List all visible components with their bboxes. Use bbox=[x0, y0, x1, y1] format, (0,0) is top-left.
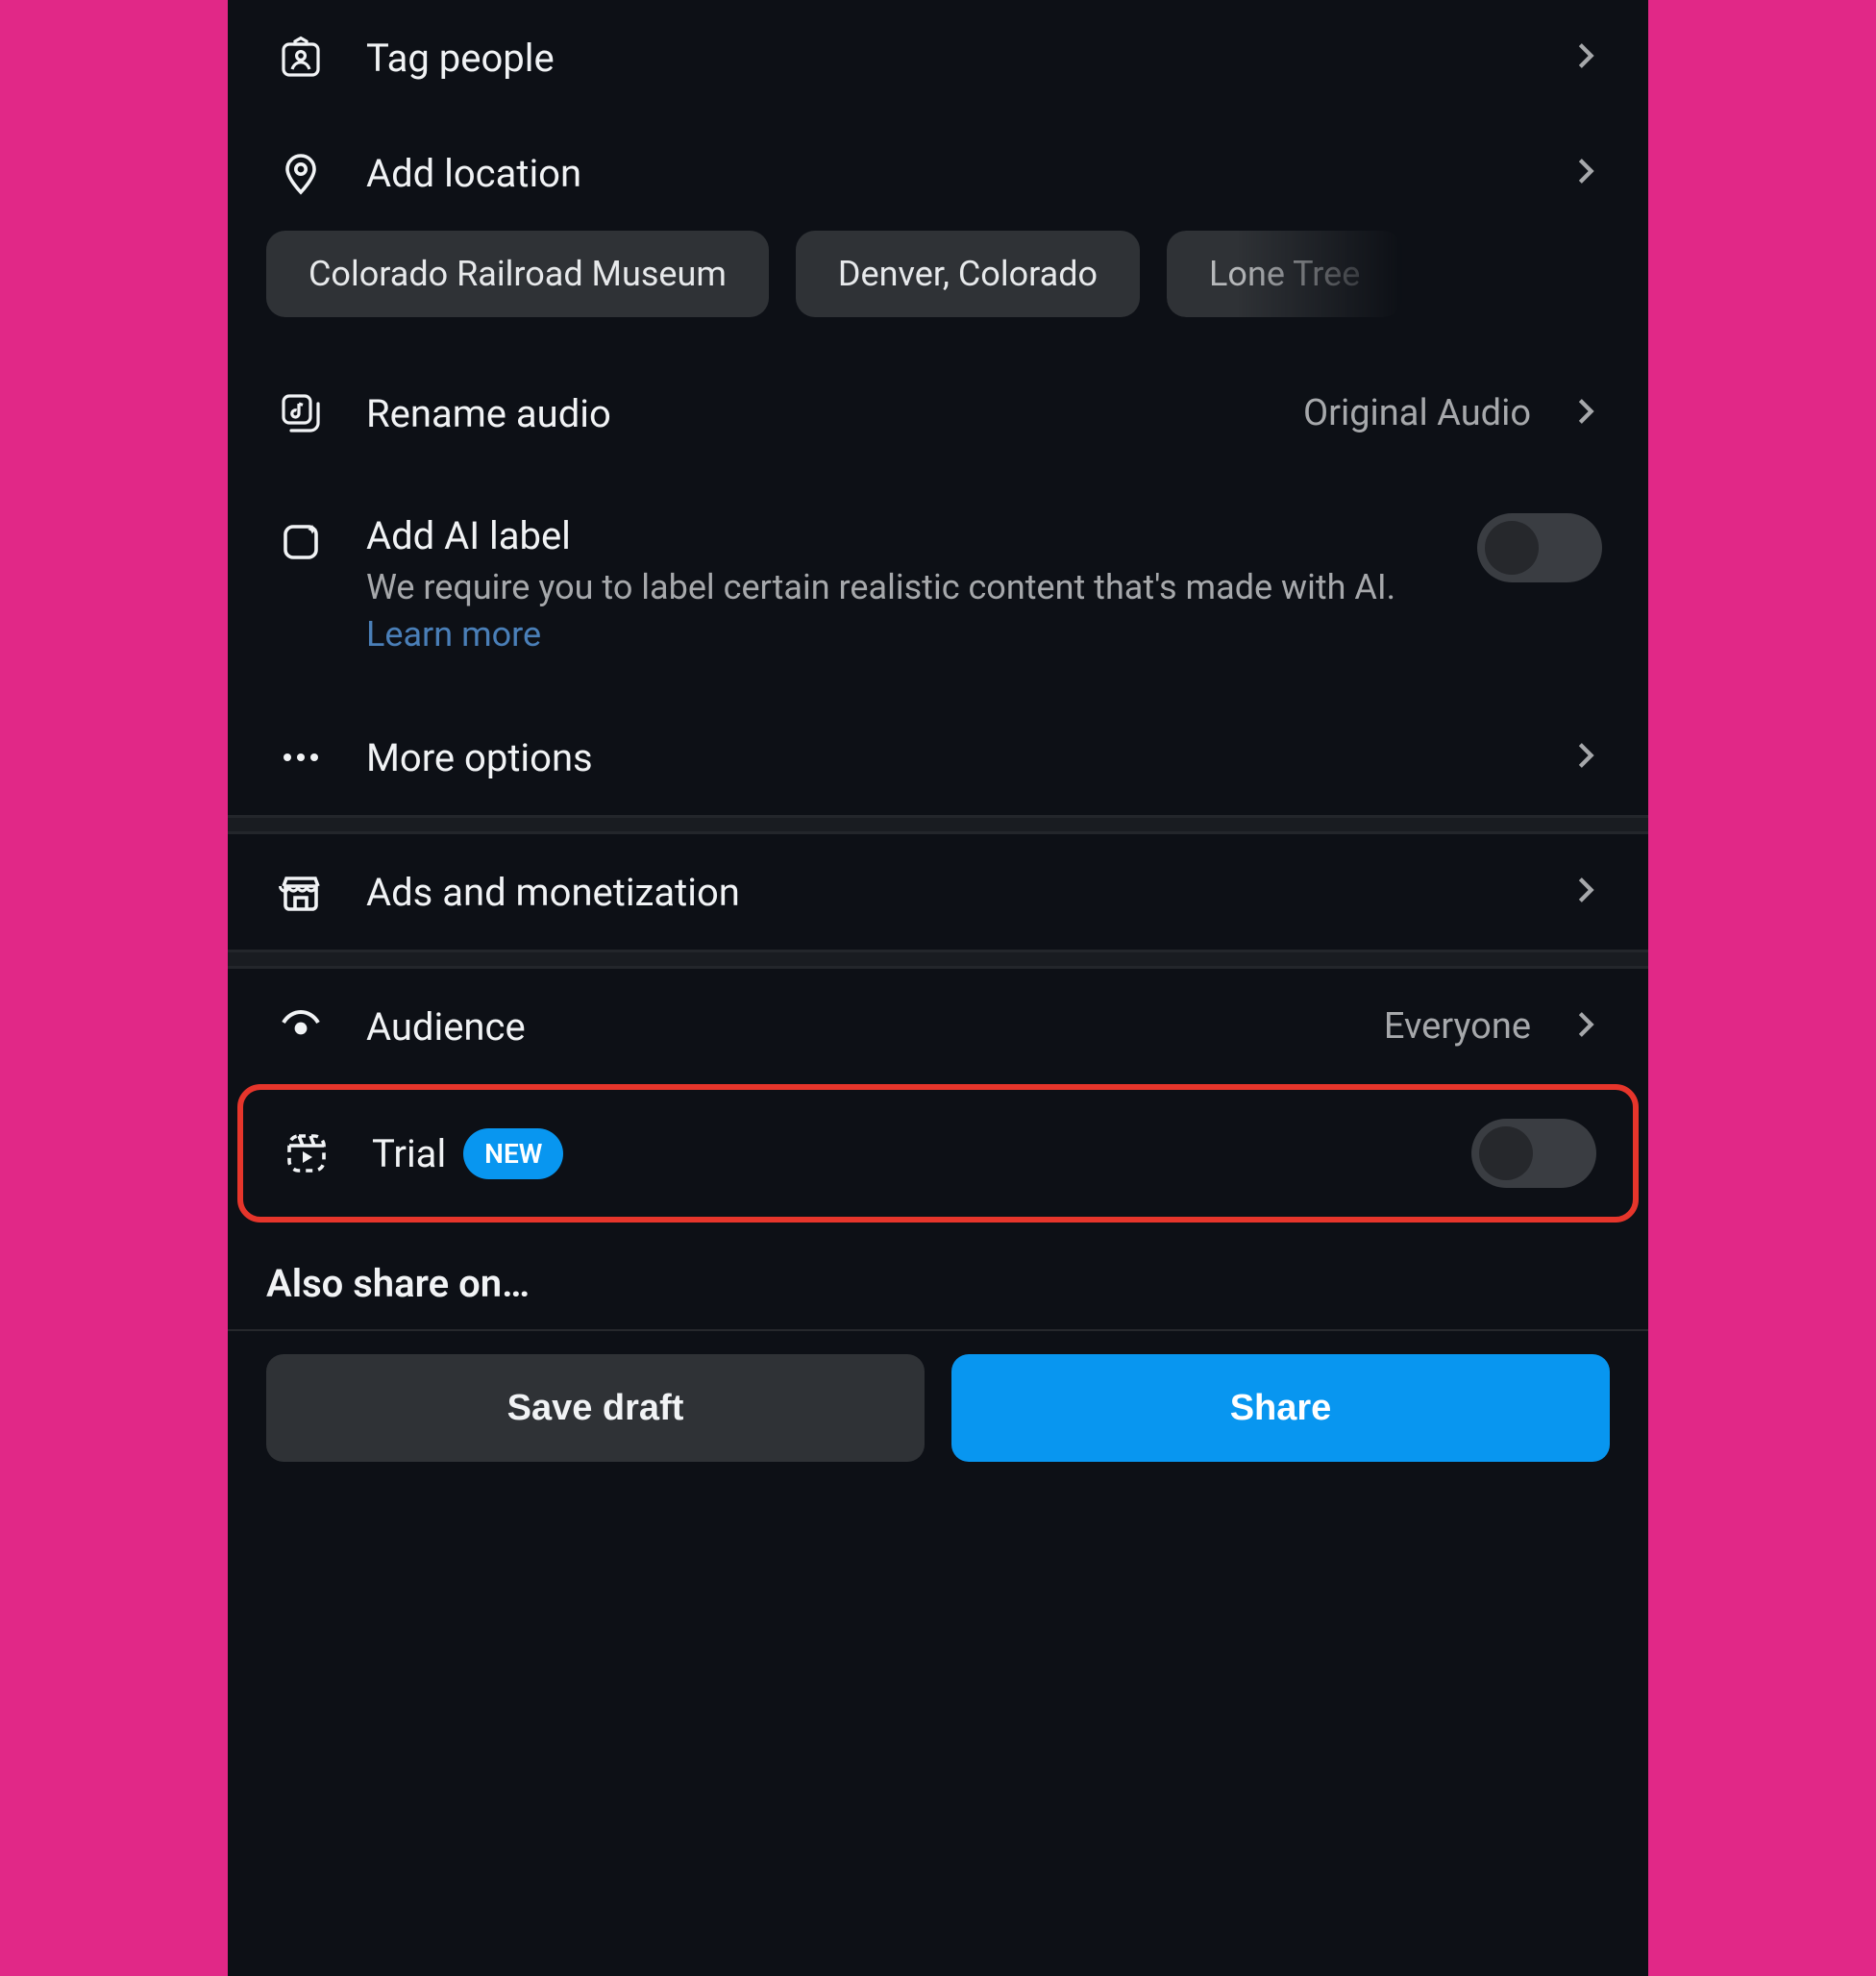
also-share-on-title: Also share on… bbox=[228, 1223, 1648, 1329]
section-divider bbox=[228, 950, 1648, 969]
ai-label-toggle[interactable] bbox=[1477, 513, 1602, 582]
tag-people-row[interactable]: Tag people bbox=[228, 0, 1648, 115]
trial-row: Trial NEW bbox=[243, 1090, 1633, 1217]
bottom-action-bar: Save draft Share bbox=[228, 1331, 1648, 1500]
audio-icon bbox=[266, 390, 335, 436]
add-location-row[interactable]: Add location bbox=[228, 115, 1648, 231]
location-pin-icon bbox=[266, 150, 335, 196]
location-chip[interactable]: Colorado Railroad Museum bbox=[266, 231, 769, 317]
shop-icon bbox=[266, 869, 335, 915]
rename-audio-value: Original Audio bbox=[1303, 392, 1531, 434]
trial-reel-icon bbox=[272, 1130, 341, 1176]
learn-more-link[interactable]: Learn more bbox=[366, 614, 541, 655]
chevron-right-icon bbox=[1569, 395, 1602, 432]
chevron-right-icon bbox=[1569, 1008, 1602, 1045]
share-button[interactable]: Share bbox=[951, 1354, 1610, 1462]
trial-highlight: Trial NEW bbox=[237, 1084, 1639, 1223]
chevron-right-icon bbox=[1569, 874, 1602, 910]
location-chip[interactable]: Lone Tree bbox=[1167, 231, 1402, 317]
post-settings-screen: Tag people Add location Colorado Railroa… bbox=[228, 0, 1648, 1976]
audience-row[interactable]: Audience Everyone bbox=[228, 969, 1648, 1084]
chevron-right-icon bbox=[1569, 739, 1602, 776]
ai-label-title: Add AI label bbox=[366, 513, 1446, 558]
rename-audio-label: Rename audio bbox=[366, 391, 1272, 436]
chevron-right-icon bbox=[1569, 155, 1602, 191]
add-location-label: Add location bbox=[366, 151, 1539, 196]
ai-label-row: Add AI label We require you to label cer… bbox=[228, 471, 1648, 700]
location-suggestions: Colorado Railroad Museum Denver, Colorad… bbox=[228, 231, 1648, 356]
more-options-row[interactable]: More options bbox=[228, 700, 1648, 815]
audience-value: Everyone bbox=[1384, 1005, 1531, 1048]
ai-sparkle-icon bbox=[266, 517, 335, 563]
trial-toggle[interactable] bbox=[1471, 1119, 1596, 1188]
chevron-right-icon bbox=[1569, 39, 1602, 76]
eye-icon bbox=[266, 1003, 335, 1050]
rename-audio-row[interactable]: Rename audio Original Audio bbox=[228, 356, 1648, 471]
tag-people-icon bbox=[266, 35, 335, 81]
ads-monetization-label: Ads and monetization bbox=[366, 870, 1539, 915]
more-dots-icon bbox=[266, 734, 335, 780]
ads-monetization-row[interactable]: Ads and monetization bbox=[228, 834, 1648, 950]
ai-label-desc-text: We require you to label certain realisti… bbox=[366, 567, 1395, 607]
tag-people-label: Tag people bbox=[366, 36, 1539, 81]
location-chip[interactable]: Denver, Colorado bbox=[796, 231, 1140, 317]
audience-label: Audience bbox=[366, 1004, 1353, 1050]
ai-label-text: Add AI label We require you to label cer… bbox=[366, 513, 1446, 657]
ai-label-desc: We require you to label certain realisti… bbox=[366, 564, 1446, 657]
new-badge: NEW bbox=[463, 1128, 563, 1179]
more-options-label: More options bbox=[366, 735, 1539, 780]
section-divider bbox=[228, 815, 1648, 834]
trial-label: Trial bbox=[372, 1131, 446, 1176]
save-draft-button[interactable]: Save draft bbox=[266, 1354, 925, 1462]
